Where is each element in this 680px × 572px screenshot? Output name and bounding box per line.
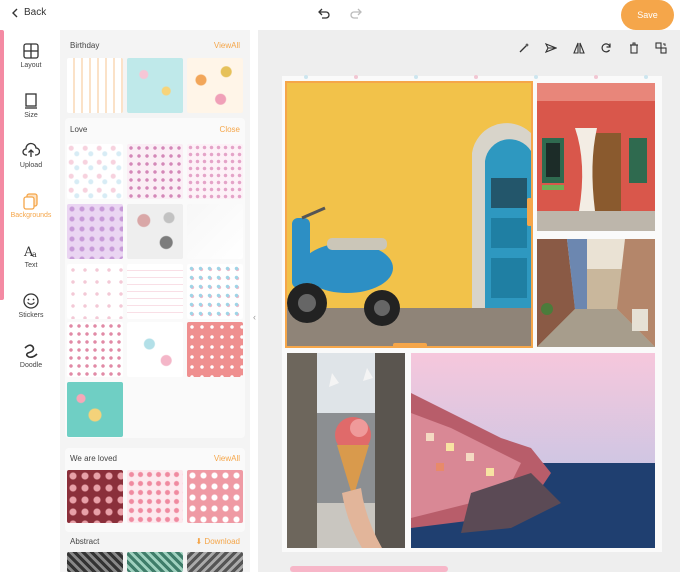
background-tile[interactable] <box>187 264 243 319</box>
rail-label-doodle: Doodle <box>19 362 43 369</box>
background-tile[interactable] <box>127 552 183 572</box>
background-tile[interactable] <box>67 552 123 572</box>
background-tile[interactable] <box>67 144 123 199</box>
background-tile[interactable] <box>67 322 123 377</box>
background-tile[interactable] <box>67 58 123 113</box>
resize-handle-bottom[interactable] <box>393 343 427 348</box>
background-tile[interactable] <box>187 144 243 199</box>
trash-icon[interactable] <box>628 42 640 54</box>
magic-wand-icon[interactable] <box>518 42 530 54</box>
photo-alley[interactable] <box>537 239 655 347</box>
background-tile[interactable] <box>127 144 183 199</box>
rail-label-size: Size <box>24 112 38 119</box>
background-tile[interactable] <box>127 470 183 523</box>
photo-ice-cream[interactable] <box>287 353 405 548</box>
view-all-link[interactable]: ViewAll <box>214 454 240 463</box>
background-tile[interactable] <box>187 470 243 523</box>
photo-red-house[interactable] <box>537 83 655 231</box>
background-tile[interactable] <box>187 322 243 377</box>
rotate-icon[interactable] <box>600 42 612 54</box>
svg-text:a: a <box>32 250 37 259</box>
view-all-link[interactable]: ViewAll <box>214 41 240 50</box>
send-icon[interactable] <box>545 42 557 54</box>
section-title: Birthday <box>70 41 100 50</box>
size-icon <box>25 93 37 109</box>
rail-label-layout: Layout <box>20 62 42 69</box>
photo-coast[interactable] <box>411 353 655 548</box>
section-title: We are loved <box>70 454 117 463</box>
background-tile[interactable] <box>127 204 183 259</box>
background-tile[interactable] <box>67 382 123 437</box>
rail-label-text: Text <box>24 262 38 269</box>
background-tile[interactable] <box>67 264 123 319</box>
rail-item-text[interactable]: Aa Text <box>4 242 58 269</box>
photo-scooter[interactable] <box>285 81 533 348</box>
background-tile[interactable] <box>127 58 183 113</box>
background-tile[interactable] <box>127 322 183 377</box>
rail-label-upload: Upload <box>19 162 43 169</box>
section-header-birthday: Birthday ViewAll <box>70 41 240 50</box>
rail-label-stickers: Stickers <box>18 312 44 319</box>
flip-icon[interactable] <box>573 42 585 54</box>
tool-rail: Layout Size Upload Backgrounds Aa Text S… <box>4 30 58 572</box>
bottom-accent-strip <box>290 566 448 572</box>
back-label: Back <box>24 7 47 18</box>
doodle-icon <box>24 344 38 358</box>
section-header-abstract: Abstract ⬇ Download <box>70 537 240 546</box>
stickers-icon <box>23 293 39 309</box>
rail-item-layout[interactable]: Layout <box>4 42 58 69</box>
section-title: Love <box>70 125 88 134</box>
rail-item-upload[interactable]: Upload <box>4 142 58 169</box>
background-tile[interactable] <box>67 204 123 259</box>
background-tile[interactable] <box>67 470 123 523</box>
board-pattern-dots <box>304 75 648 79</box>
redo-icon[interactable] <box>349 7 363 21</box>
resize-handle-right[interactable] <box>527 198 532 226</box>
collapse-panel-icon[interactable]: ‹ <box>253 312 256 322</box>
download-link[interactable]: ⬇ Download <box>195 537 240 546</box>
rail-item-doodle[interactable]: Doodle <box>4 342 58 369</box>
backgrounds-icon <box>23 193 38 210</box>
background-tile[interactable] <box>187 552 243 572</box>
rail-label-backgrounds: Backgrounds <box>10 212 52 219</box>
rail-item-size[interactable]: Size <box>4 92 58 119</box>
rail-item-backgrounds[interactable]: Backgrounds <box>4 192 58 219</box>
layout-icon <box>23 43 39 59</box>
background-tile[interactable] <box>127 264 183 319</box>
swap-icon[interactable] <box>655 42 667 54</box>
close-link[interactable]: Close <box>220 125 240 134</box>
save-button[interactable]: Save <box>621 0 674 30</box>
back-button[interactable]: Back <box>10 7 46 18</box>
backgrounds-panel: Birthday ViewAll Love Close We are loved… <box>60 30 250 572</box>
background-tile[interactable] <box>187 58 243 113</box>
background-tile[interactable] <box>187 204 243 259</box>
undo-icon[interactable] <box>317 7 331 21</box>
text-icon: Aa <box>23 245 37 260</box>
upload-icon <box>22 142 40 157</box>
top-bar: Back Save <box>0 0 680 30</box>
section-title: Abstract <box>70 537 100 546</box>
download-label: Download <box>204 537 240 546</box>
section-header-we-are-loved: We are loved ViewAll <box>70 454 240 463</box>
section-header-love: Love Close <box>70 125 240 134</box>
rail-item-stickers[interactable]: Stickers <box>4 292 58 319</box>
chevron-left-icon <box>12 8 18 17</box>
